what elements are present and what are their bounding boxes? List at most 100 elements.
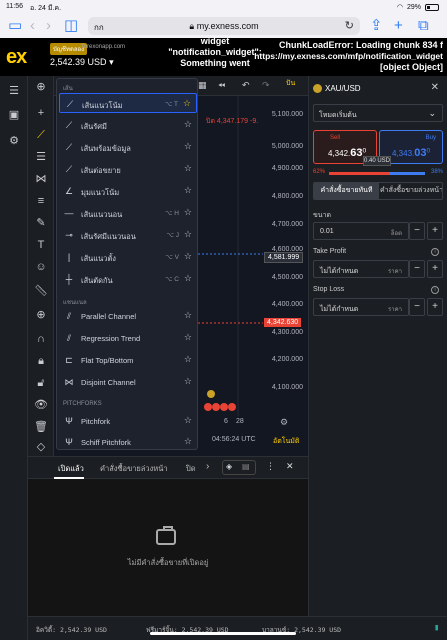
sidebar-toggle-icon[interactable]: ▭: [8, 18, 22, 33]
mode-select[interactable]: โหมดเริ่มต้น ⌄: [313, 104, 443, 122]
browser-toolbar: ▭ ‹ › ◫ กก 🔒︎ my.exness.com ↻ ⇪ + ⧉: [0, 14, 447, 38]
menu-item-ray[interactable]: ⟋ เส้นรัศมี ☆: [59, 115, 197, 135]
favorite-star-icon[interactable]: ☆: [184, 332, 192, 343]
chart-settings-icon[interactable]: ⚙: [280, 417, 288, 428]
flat-top-bottom-icon: ⊏: [65, 355, 73, 365]
stop-loss-input[interactable]: ไม่ได้กำหนด ราคา: [313, 298, 409, 316]
price-tag-current: 4,342.630: [264, 318, 302, 327]
exness-logo[interactable]: ex: [6, 46, 27, 69]
redo-icon[interactable]: ↷: [262, 80, 270, 91]
volume-decrease-button[interactable]: −: [409, 222, 425, 240]
favorite-star-icon[interactable]: ☆: [183, 98, 191, 109]
favorite-star-icon[interactable]: ☆: [184, 310, 192, 321]
take-profit-decrease-button[interactable]: −: [409, 260, 425, 278]
price-tick: 4,900.000: [271, 165, 303, 172]
lock-drawings-icon[interactable]: 🔒︎: [34, 354, 48, 368]
menu-item-horizontal-ray[interactable]: ⊸ เส้นรัศมีแนวนอน ⌥ J ☆: [59, 225, 197, 245]
menu-item-trend-line[interactable]: ⟋ เส้นแนวโน้ม ⌥ T ☆: [59, 93, 197, 113]
volume-increase-button[interactable]: +: [427, 222, 443, 240]
pattern-tool-icon[interactable]: ⋈: [34, 172, 48, 186]
info-icon[interactable]: i: [431, 286, 439, 294]
tab-pending[interactable]: คำสั่งซื้อขายล่วงหน้า: [100, 463, 168, 475]
menu-item-cross-line[interactable]: ┼ เส้นตัดกัน ⌥ C ☆: [59, 269, 197, 289]
menu-item-info-line[interactable]: ⟋ เส้นพร้อมข้อมูล ☆: [59, 137, 197, 157]
new-tab-icon[interactable]: +: [394, 18, 403, 33]
trend-line-tool-icon[interactable]: ⟋: [34, 128, 48, 142]
favorite-star-icon[interactable]: ☆: [184, 141, 192, 152]
close-icon[interactable]: ✕: [286, 461, 294, 472]
address-bar[interactable]: กก 🔒︎ my.exness.com ↻: [88, 17, 360, 35]
crosshair-icon[interactable]: +: [34, 106, 48, 120]
tab-open[interactable]: เปิดแล้ว: [58, 463, 84, 475]
ruler-icon[interactable]: 📏︎: [34, 284, 48, 298]
more-icon[interactable]: ⋮: [266, 461, 275, 472]
favorite-star-icon[interactable]: ☆: [184, 436, 192, 447]
layers-view-icon[interactable]: ◈: [226, 462, 232, 471]
menu-item-parallel-channel[interactable]: ⫽ Parallel Channel ☆: [59, 306, 197, 326]
tabs-icon[interactable]: ⧉: [418, 18, 429, 33]
info-icon[interactable]: i: [431, 248, 439, 256]
replay-icon[interactable]: ⏪︎: [218, 80, 225, 91]
favorite-star-icon[interactable]: ☆: [184, 119, 192, 130]
menu-item-regression-trend[interactable]: ⫽ Regression Trend ☆: [59, 328, 197, 348]
undo-icon[interactable]: ↶: [242, 80, 250, 91]
tab-closed[interactable]: ปิด: [186, 463, 196, 475]
info-line-icon: ⟋: [65, 142, 73, 152]
layers-icon[interactable]: ◇: [34, 440, 48, 454]
auto-scale-button[interactable]: อัตโนมัติ: [273, 436, 299, 447]
lock-icon[interactable]: 🔓︎: [34, 376, 48, 390]
forward-icon[interactable]: ›: [46, 18, 51, 33]
text-tool-icon[interactable]: T: [34, 238, 48, 252]
calendar-icon[interactable]: ▣: [7, 108, 21, 122]
fib-tool-icon[interactable]: ≡: [34, 194, 48, 208]
stop-loss-decrease-button[interactable]: −: [409, 298, 425, 316]
chart-top-label[interactable]: ปัน: [286, 78, 295, 89]
menu-item-extended-line[interactable]: ⟋ เส้นต่อขยาย ☆: [59, 159, 197, 179]
layout-icon[interactable]: ▦: [198, 80, 207, 91]
trash-icon[interactable]: 🗑︎: [34, 420, 48, 434]
channel-tool-icon[interactable]: ☰: [34, 150, 48, 164]
price-tag-crosshair: 4,581.999: [264, 252, 304, 263]
account-balance[interactable]: 2,542.39 USD ▾: [50, 57, 114, 68]
favorite-star-icon[interactable]: ☆: [184, 415, 192, 426]
take-profit-input[interactable]: ไม่ได้กำหนด ราคา: [313, 260, 409, 278]
chevron-right-icon[interactable]: ›: [206, 461, 209, 472]
volume-input[interactable]: 0.01 ล็อต: [313, 222, 409, 240]
stack-view-icon[interactable]: ▤: [242, 462, 250, 471]
favorite-star-icon[interactable]: ☆: [184, 207, 192, 218]
emoji-tool-icon[interactable]: ☺: [34, 260, 48, 274]
menu-icon[interactable]: ☰: [7, 84, 21, 98]
zoom-in-icon[interactable]: ⊕: [34, 308, 48, 322]
favorite-star-icon[interactable]: ☆: [184, 229, 192, 240]
menu-item-flat-top-bottom[interactable]: ⊏ Flat Top/Bottom ☆: [59, 350, 197, 370]
back-icon[interactable]: ‹: [30, 18, 35, 33]
close-icon[interactable]: ✕: [431, 82, 439, 93]
menu-item-vertical-line[interactable]: | เส้นแนวตั้ง ⌥ V ☆: [59, 247, 197, 267]
reload-icon[interactable]: ↻: [345, 19, 354, 32]
magnet-icon[interactable]: ∩: [34, 332, 48, 346]
menu-item-pitchfork[interactable]: Ψ Pitchfork ☆: [59, 411, 197, 431]
menu-item-schiff-pitchfork[interactable]: Ψ Schiff Pitchfork ☆: [59, 432, 197, 449]
reader-book-icon[interactable]: ◫: [64, 18, 78, 33]
favorite-star-icon[interactable]: ☆: [184, 251, 192, 262]
favorite-star-icon[interactable]: ☆: [184, 354, 192, 365]
menu-item-shortcut: ⌥ J: [166, 232, 179, 239]
settings-gear-icon[interactable]: ⚙: [7, 134, 21, 148]
tab-market-order[interactable]: คำสั่งซื้อขายทันที: [314, 183, 379, 199]
add-plus-icon[interactable]: ⊕: [34, 80, 48, 94]
tab-pending-order[interactable]: คำสั่งซื้อขายล่วงหน้า: [379, 183, 442, 199]
order-panel: XAU/USD ✕ โหมดเริ่มต้น ⌄ Sell 4,342.630 …: [308, 76, 447, 616]
stop-loss-increase-button[interactable]: +: [427, 298, 443, 316]
menu-item-disjoint-channel[interactable]: ⋈ Disjoint Channel ☆: [59, 372, 197, 392]
favorite-star-icon[interactable]: ☆: [184, 273, 192, 284]
brush-tool-icon[interactable]: ✎: [34, 216, 48, 230]
eye-icon[interactable]: 👁︎: [34, 398, 48, 412]
menu-item-trend-angle[interactable]: ∠ มุมแนวโน้ม ☆: [59, 181, 197, 201]
share-icon[interactable]: ⇪: [370, 18, 383, 33]
take-profit-increase-button[interactable]: +: [427, 260, 443, 278]
favorite-star-icon[interactable]: ☆: [184, 376, 192, 387]
menu-item-horizontal-line[interactable]: — เส้นแนวนอน ⌥ H ☆: [59, 203, 197, 223]
schiff-pitchfork-icon: Ψ: [65, 437, 73, 447]
favorite-star-icon[interactable]: ☆: [184, 163, 192, 174]
favorite-star-icon[interactable]: ☆: [184, 185, 192, 196]
